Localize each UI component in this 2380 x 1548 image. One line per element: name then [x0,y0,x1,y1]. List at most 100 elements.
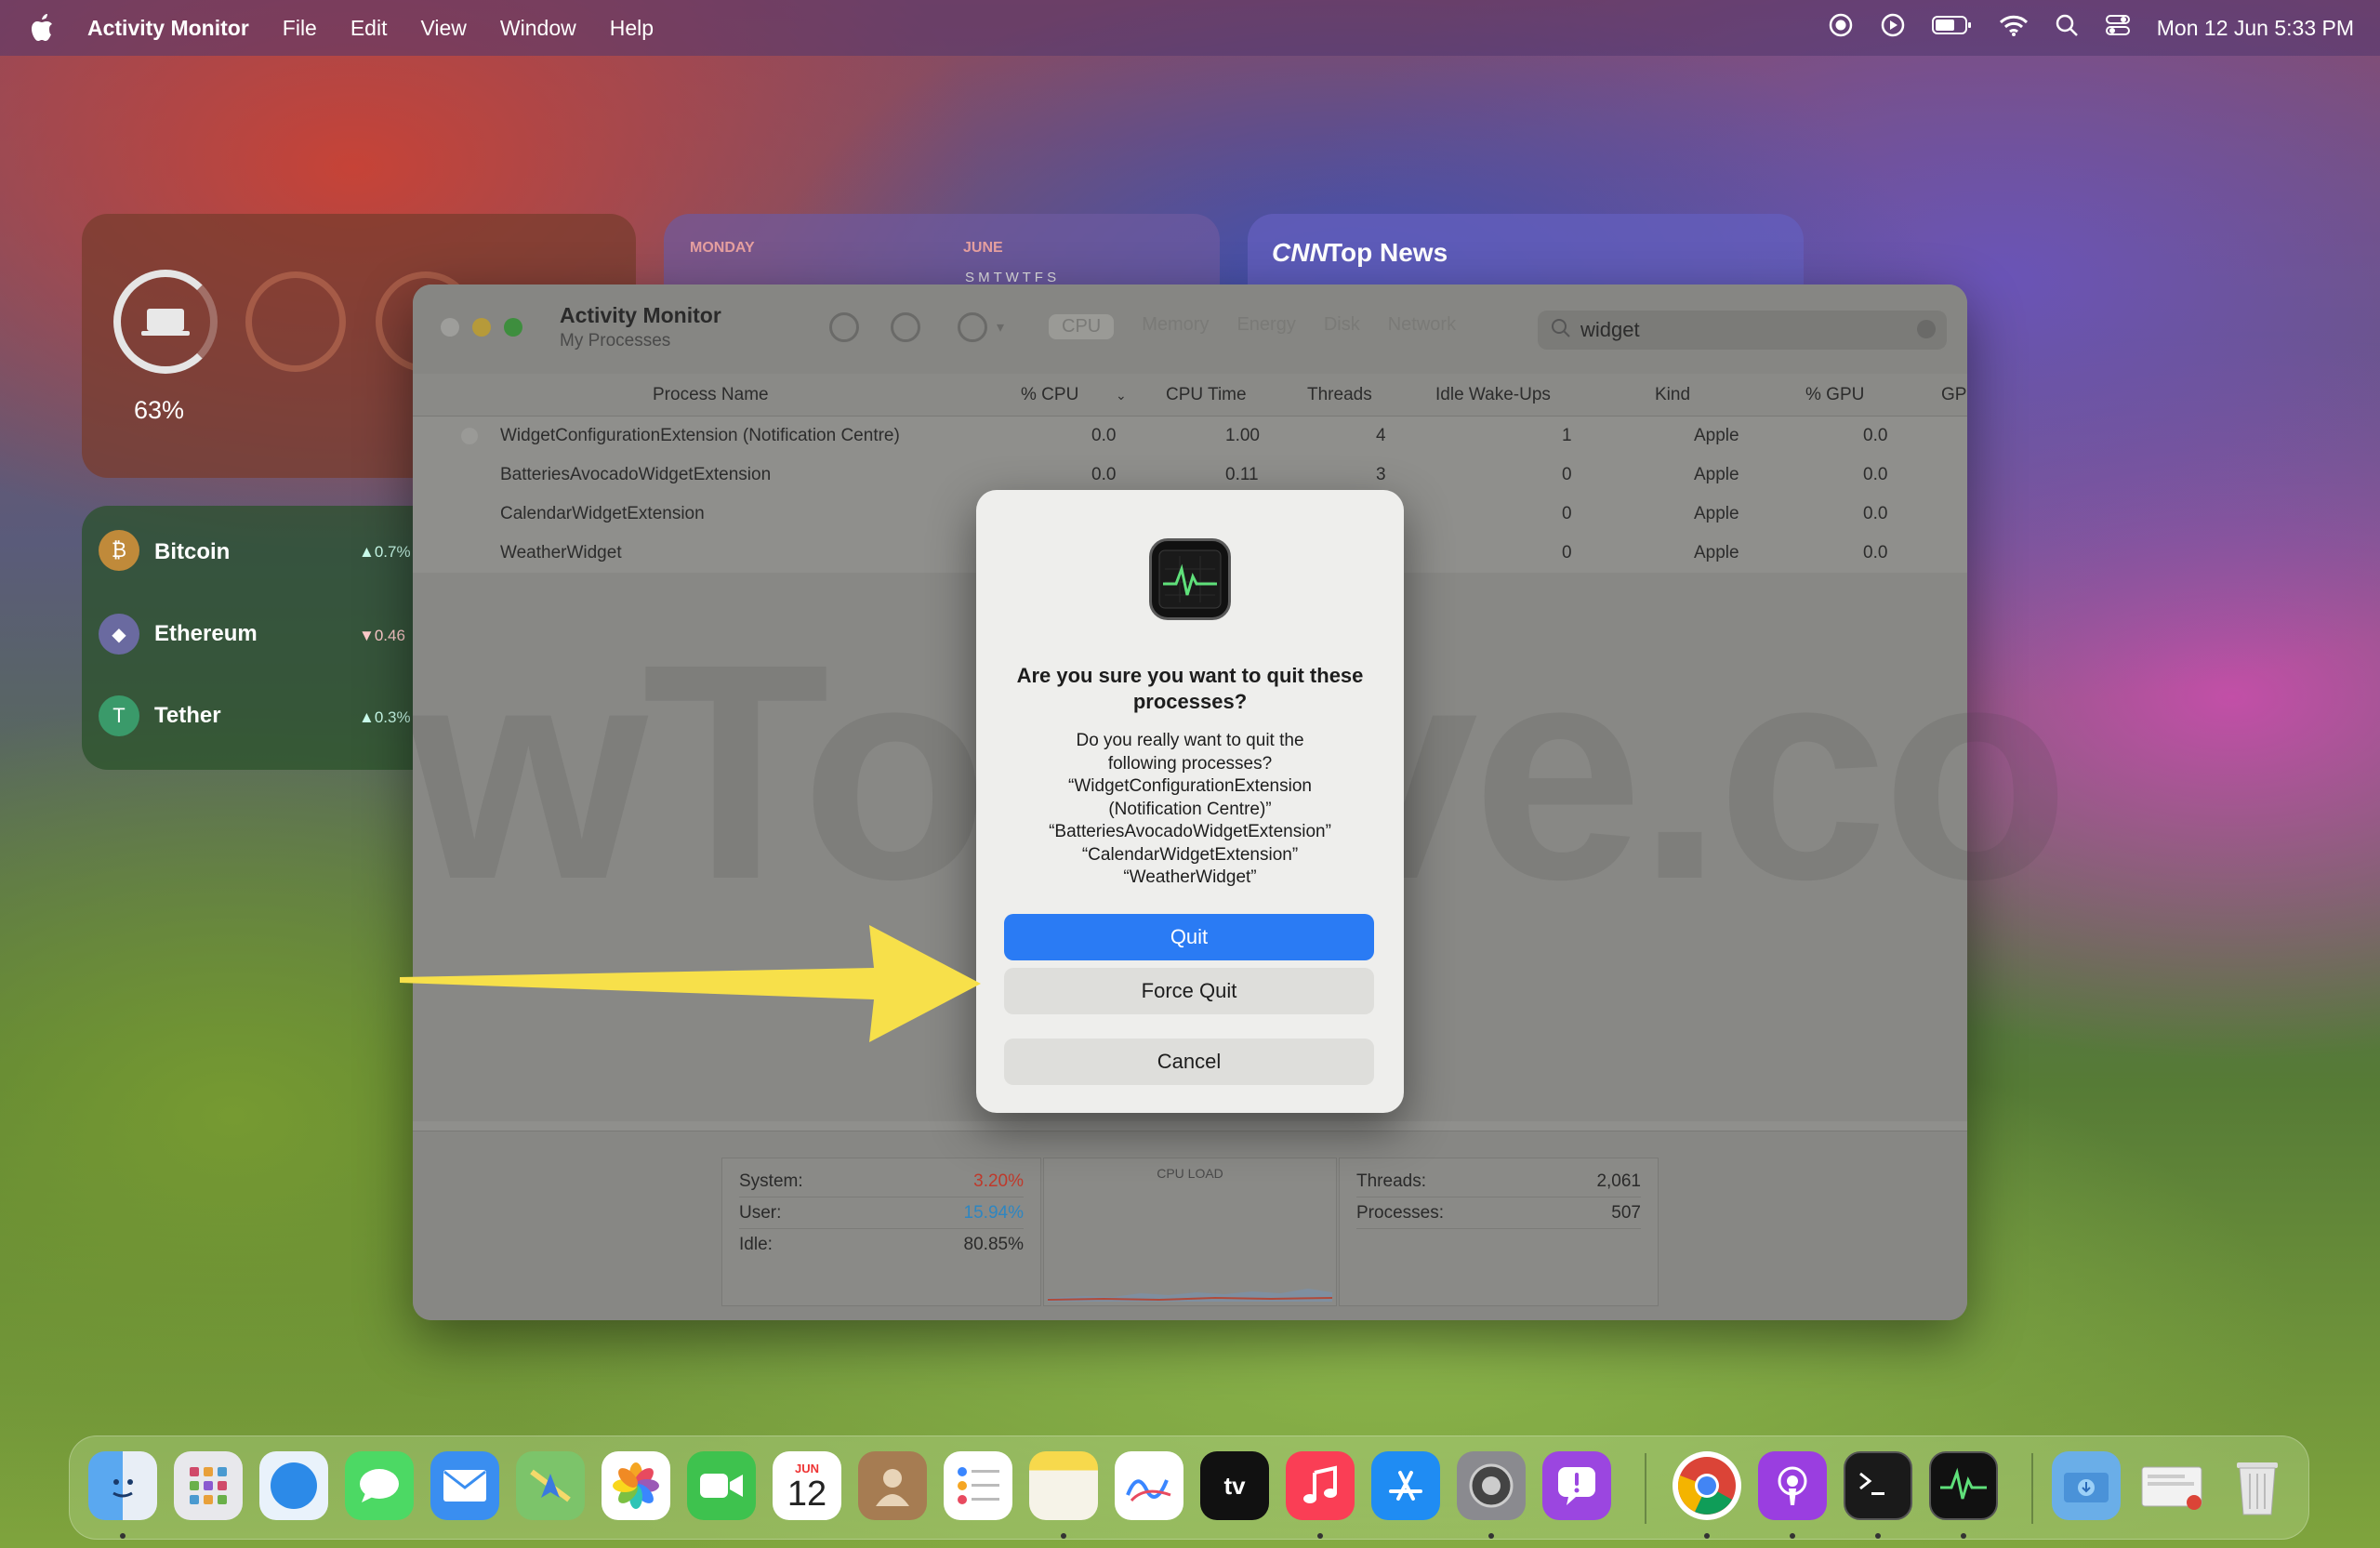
kind-value: Apple [1694,465,1739,484]
menu-view[interactable]: View [420,16,466,41]
maps-icon[interactable] [516,1451,585,1520]
now-playing-icon[interactable] [1880,12,1906,44]
photos-icon[interactable] [602,1451,670,1520]
mail-icon[interactable] [430,1451,499,1520]
app-store-icon[interactable] [1371,1451,1440,1520]
menu-clock[interactable]: Mon 12 Jun 5:33 PM [2157,16,2354,41]
clear-search-icon[interactable] [1917,320,1936,338]
finder-icon[interactable] [88,1451,157,1520]
col-process-name[interactable]: Process Name [653,385,769,405]
running-indicator [1488,1533,1494,1539]
cancel-button[interactable]: Cancel [1004,1039,1374,1085]
processes-label: Processes: [1356,1203,1444,1223]
menu-help[interactable]: Help [610,16,654,41]
running-indicator [1317,1533,1323,1539]
process-name: BatteriesAvocadoWidgetExtension [500,465,772,484]
quit-button[interactable]: Quit [1004,914,1374,960]
crypto-change: ▼0.46 [359,627,405,644]
cpu-summary-footer: System: 3.20% User: 15.94% Idle: 80.85% … [413,1131,1967,1320]
messages-icon[interactable] [345,1451,414,1520]
idle-value: 0 [1562,465,1572,484]
tv-label: tv [1223,1471,1246,1500]
window-subtitle: My Processes [560,331,671,351]
tab-memory[interactable]: Memory [1142,314,1209,339]
terminal-icon[interactable] [1844,1451,1912,1520]
apple-menu-icon[interactable] [30,14,58,42]
col-cpu-time[interactable]: CPU Time [1166,385,1247,405]
table-row[interactable]: WidgetConfigurationExtension (Notificati… [413,417,1967,456]
system-settings-icon[interactable] [1457,1451,1526,1520]
search-field[interactable]: widget [1538,311,1947,350]
more-actions-icon[interactable] [958,312,987,342]
launchpad-icon[interactable] [174,1451,243,1520]
col-idle-wakeups[interactable]: Idle Wake-Ups [1435,385,1551,405]
crypto-change: ▲0.3% [359,708,411,726]
downloads-folder-icon[interactable] [2052,1451,2121,1520]
screen-record-icon[interactable] [1828,12,1854,44]
cpu-value: 0.0 [1091,465,1117,484]
battery-icon[interactable] [1931,14,1973,42]
apple-tv-icon[interactable]: tv [1200,1451,1269,1520]
contacts-icon[interactable] [858,1451,927,1520]
tab-disk[interactable]: Disk [1324,314,1360,339]
screenshots-stack-icon[interactable] [2137,1451,2206,1520]
force-quit-button[interactable]: Force Quit [1004,968,1374,1014]
col-cpu[interactable]: % CPU [1021,385,1078,405]
tab-energy[interactable]: Energy [1236,314,1295,339]
process-name: CalendarWidgetExtension [500,504,705,523]
cpu-load-graph: CPU LOAD [1043,1158,1337,1306]
cpu-load-sparkline [1048,1289,1332,1302]
dock-divider [1645,1453,1646,1524]
facetime-icon[interactable] [687,1451,756,1520]
minimize-window-button[interactable] [472,318,491,337]
chevron-down-icon[interactable]: ▾ [997,318,1004,337]
feedback-assistant-icon[interactable] [1542,1451,1611,1520]
activity-monitor-dock-icon[interactable] [1929,1451,1998,1520]
system-row: System: 3.20% [739,1166,1024,1197]
stop-process-icon[interactable] [829,312,859,342]
system-value: 3.20% [973,1171,1024,1191]
tab-network[interactable]: Network [1388,314,1456,339]
safari-icon[interactable] [259,1451,328,1520]
cpu-load-label: CPU LOAD [1157,1166,1223,1181]
sort-chevron-icon: ⌄ [1116,388,1127,403]
calendar-app-icon[interactable]: JUN 12 [773,1451,841,1520]
freeform-icon[interactable] [1115,1451,1183,1520]
running-indicator [1961,1533,1966,1539]
col-kind[interactable]: Kind [1655,385,1690,405]
menu-file[interactable]: File [283,16,317,41]
cpu-time-value: 0.11 [1225,465,1259,484]
music-icon[interactable] [1286,1451,1355,1520]
notes-icon[interactable] [1029,1451,1098,1520]
menu-window[interactable]: Window [500,16,576,41]
kind-value: Apple [1694,504,1739,523]
table-row[interactable]: BatteriesAvocadoWidgetExtension 0.0 0.11… [413,456,1967,495]
podcasts-icon[interactable] [1758,1451,1827,1520]
menu-edit[interactable]: Edit [350,16,388,41]
bitcoin-icon: ₿ [99,530,139,571]
spotlight-search-icon[interactable] [2055,13,2079,43]
col-threads[interactable]: Threads [1307,385,1372,405]
cpu-usage-box: System: 3.20% User: 15.94% Idle: 80.85% [721,1158,1041,1306]
quit-processes-dialog: Are you sure you want to quit these proc… [976,490,1404,1113]
running-indicator [1875,1533,1881,1539]
gpu-value: 0.0 [1863,543,1888,562]
menu-app-name[interactable]: Activity Monitor [87,16,249,41]
search-input[interactable]: widget [1580,318,1640,342]
col-gpu[interactable]: % GPU [1805,385,1864,405]
chrome-icon[interactable] [1673,1451,1741,1520]
info-icon[interactable] [891,312,920,342]
tether-icon: T [99,695,139,736]
control-centre-icon[interactable] [2105,13,2131,43]
trash-icon[interactable] [2223,1451,2292,1520]
close-window-button[interactable] [441,318,459,337]
col-gpu-time[interactable]: GP [1941,385,1966,405]
zoom-window-button[interactable] [504,318,522,337]
annotation-arrow-icon [400,925,981,1042]
message-line: (Notification Centre)” [1108,799,1272,819]
running-indicator [1704,1533,1710,1539]
wifi-icon[interactable] [1999,13,2029,43]
reminders-icon[interactable] [944,1451,1012,1520]
tab-cpu[interactable]: CPU [1049,314,1115,339]
search-icon [1551,318,1571,344]
